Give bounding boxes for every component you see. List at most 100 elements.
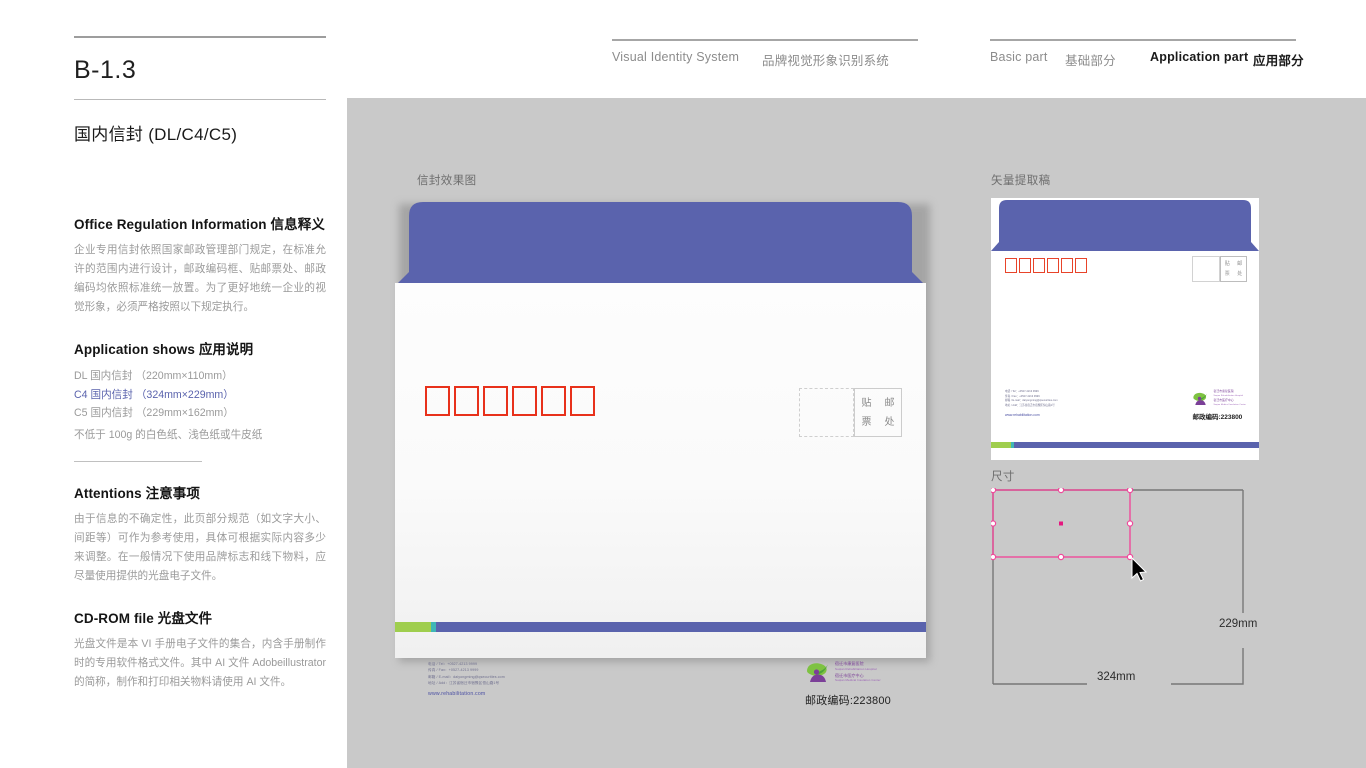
postcode-display: 邮政编码:223800 (1192, 411, 1246, 421)
spec-item: C5 国内信封 （229mm×162mm） (74, 404, 326, 422)
spec-label: C4 国内信封 (74, 388, 133, 401)
logo-cn-line1: 宿迁市康复医院 (835, 661, 864, 666)
section-heading-cn: 光盘文件 (157, 611, 213, 627)
postcode-label: 邮政编码: (1192, 414, 1221, 422)
header-basic-cn: 基础部分 (1065, 54, 1116, 68)
sidebar-mid-rule (74, 99, 326, 100)
contact-line: 地址 / Add：江苏省宿迁市宿豫区恒山路1号 (1005, 403, 1055, 407)
envelope-flap (395, 198, 926, 286)
spec-size: （324mm×229mm） (135, 388, 234, 401)
section-heading: CD-ROM file 光盘文件 (74, 607, 326, 627)
stamp-char: 票 (861, 416, 872, 428)
selection-center-point (1059, 521, 1063, 526)
logo-en-line1: Suqian Rehabilitation Hospital (835, 666, 877, 671)
section-heading: Application shows 应用说明 (74, 338, 326, 358)
postal-code-box (1033, 258, 1045, 273)
envelope-body: 贴 邮 票 处 电话 / Tel：+0527-4213 9999 传真 / Fa… (395, 283, 926, 707)
bottom-brand-stripe (991, 442, 1259, 448)
postal-code-box (1061, 258, 1073, 273)
page-code: B-1.3 (74, 56, 137, 84)
logo-en-line2: Suqian Medical Insulation Center (835, 678, 881, 683)
vector-flap-shape (991, 200, 1259, 251)
section-body: 企业专用信封依照国家邮政管理部门规定，在标准允许的范围内进行设计，邮政编码框、贴… (74, 244, 326, 313)
dimension-diagram: 229mm 324mm (989, 486, 1263, 690)
postal-code-box (541, 386, 566, 416)
vector-label: 矢量提取稿 (991, 175, 1051, 187)
section-heading-cn: 注意事项 (145, 486, 201, 502)
spec-size: （220mm×110mm） (135, 370, 233, 383)
postal-code-box (512, 386, 537, 416)
header-rule-right (990, 39, 1296, 41)
stripe-green (991, 442, 1011, 448)
dimension-frame-left-top (992, 489, 1243, 684)
dimension-frame-right-lower (1171, 648, 1244, 685)
stamp-char: 处 (1237, 271, 1243, 277)
stamp-dashed-box (799, 388, 854, 437)
vector-brand-logo-block: 宿迁市康复医院 Suqian Rehabilitation Hospital 宿… (1192, 389, 1246, 421)
header-basic-en: Basic part (990, 50, 1048, 64)
stamp-char: 贴 (861, 397, 872, 409)
header-vis-en: Visual Identity System (612, 50, 740, 64)
section-heading-en: Office Regulation Information (74, 217, 267, 232)
postal-code-box (425, 386, 450, 416)
sidebar-divider (74, 461, 202, 463)
stamp-char: 邮 (884, 397, 895, 409)
header-rule-left (612, 39, 918, 41)
section-heading-en: Attentions (74, 486, 142, 502)
stamp-area: 贴 邮 票 处 (799, 388, 902, 437)
header-app-en: Application part (1150, 50, 1249, 64)
stamp-char: 票 (1224, 271, 1230, 277)
postal-code-box (1047, 258, 1059, 273)
postal-code-box (483, 386, 508, 416)
spec-list: DL 国内信封 （220mm×110mm） C4 国内信封 （324mm×229… (74, 367, 326, 444)
spec-item: DL 国内信封 （220mm×110mm） (74, 367, 326, 385)
vector-flap (991, 198, 1259, 251)
section-application-shows: Application shows 应用说明 DL 国内信封 （220mm×11… (74, 338, 326, 444)
logo-cn-line2: 宿迁市医疗中心 (835, 672, 864, 678)
section-body: 由于信息的不确定性，此页部分规范（如文字大小、间距等）可作为参考使用，具体可根据… (74, 513, 326, 582)
dimension-width-label: 324mm (1097, 671, 1136, 683)
section-heading-en: Application shows (74, 342, 195, 358)
sidebar: B-1.3 国内信封 (DL/C4/C5) Office Regulation … (74, 36, 326, 692)
postal-code-boxes (425, 386, 595, 416)
contact-block: 电话 / Tel：+0527-4213 9999 传真 / Fax：+0527-… (428, 661, 505, 697)
stamp-dashed-box (1192, 256, 1220, 282)
mouse-cursor-icon (1131, 556, 1148, 582)
stamp-solid-box: 贴 邮 票 处 (854, 388, 902, 437)
postcode-value: 223800 (1220, 414, 1243, 422)
envelope-flap-shape (395, 202, 926, 286)
header-app-cn: 应用部分 (1253, 54, 1304, 68)
stripe-purple (1014, 442, 1259, 448)
dimension-svg (989, 486, 1244, 685)
section-office-regulation: Office Regulation Information 信息释义 企业专用信… (74, 213, 326, 316)
website-url: www.rehabilitation.com (428, 691, 486, 698)
logo-cn-line1: 宿迁市康复医院 (1213, 389, 1234, 393)
hospital-logo-icon (807, 663, 829, 682)
logo-text: 宿迁市康复医院 Suqian Rehabilitation Hospital 宿… (835, 661, 881, 683)
logo-row: 宿迁市康复医院 Suqian Rehabilitation Hospital 宿… (1192, 389, 1246, 406)
section-heading: Attentions 注意事项 (74, 482, 326, 502)
bottom-brand-stripe (395, 622, 926, 632)
stamp-char: 处 (884, 416, 895, 428)
spec-size: （229mm×162mm） (135, 407, 234, 420)
postal-code-box (454, 386, 479, 416)
stamp-char: 贴 (1224, 261, 1230, 267)
logo-cn-line2: 宿迁市医疗中心 (1213, 397, 1234, 402)
website-url: www.rehabilitation.com (1005, 412, 1040, 417)
logo-row: 宿迁市康复医院 Suqian Rehabilitation Hospital 宿… (805, 661, 891, 683)
section-heading-cn: 应用说明 (198, 342, 254, 358)
envelope-mockup: 贴 邮 票 处 电话 / Tel：+0527-4213 9999 传真 / Fa… (395, 198, 930, 707)
stamp-char: 邮 (1237, 261, 1243, 267)
postal-code-box (1019, 258, 1031, 273)
spec-label: C5 国内信封 (74, 407, 133, 420)
spec-note: 不低于 100g 的白色纸、浅色纸或牛皮纸 (74, 428, 263, 441)
envelope-vector-extract: 贴 邮 票 处 电话 / Tel：+0527-4213 9999 传真 / Fa… (991, 198, 1259, 460)
stamp-solid-box: 贴 邮 票 处 (1220, 256, 1247, 282)
dims-label: 尺寸 (991, 471, 1015, 483)
brand-logo-block: 宿迁市康复医院 Suqian Rehabilitation Hospital 宿… (805, 661, 891, 708)
vector-stamp-area: 贴 邮 票 处 (1192, 256, 1247, 282)
section-heading: Office Regulation Information 信息释义 (74, 213, 326, 233)
mockup-label: 信封效果图 (417, 175, 477, 187)
logo-text: 宿迁市康复医院 Suqian Rehabilitation Hospital 宿… (1213, 389, 1246, 406)
hospital-logo-icon (1193, 392, 1208, 405)
